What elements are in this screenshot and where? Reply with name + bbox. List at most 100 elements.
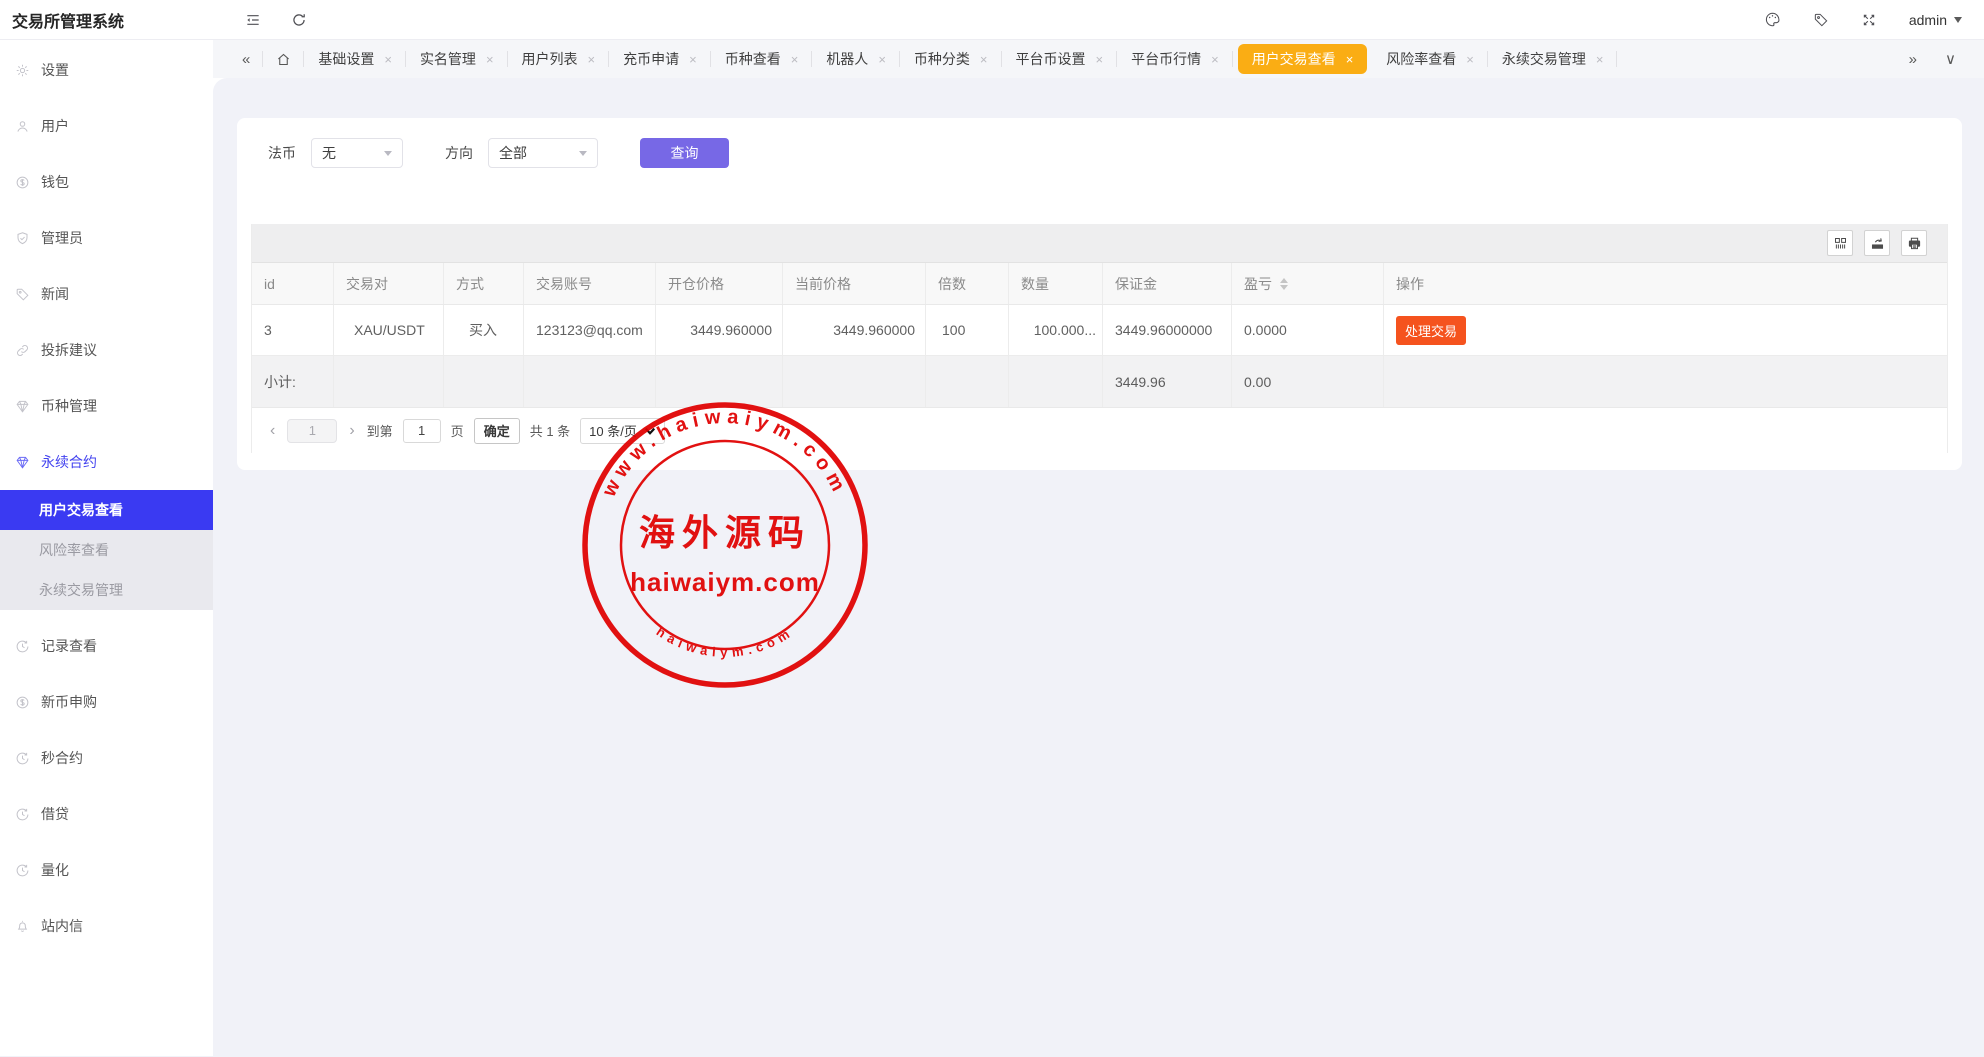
query-button[interactable]: 查询: [640, 138, 729, 168]
sidebar-item-label: 管理员: [41, 228, 83, 248]
close-icon[interactable]: ×: [791, 53, 799, 66]
close-icon[interactable]: ×: [384, 53, 392, 66]
user-menu[interactable]: admin: [1909, 12, 1962, 28]
bell-icon: [15, 919, 30, 934]
page-size-select[interactable]: 10 条/页: [580, 418, 665, 444]
tab-platform-coin-market[interactable]: 平台币行情 ×: [1117, 40, 1233, 78]
tab-deposit-requests[interactable]: 充币申请 ×: [609, 40, 711, 78]
tab-label: 基础设置: [318, 49, 374, 69]
close-icon[interactable]: ×: [980, 53, 988, 66]
sidebar-item-records[interactable]: 记录查看: [0, 626, 213, 666]
gem-icon: [15, 455, 30, 470]
cell-current-price: 3449.960000: [783, 305, 926, 355]
handle-trade-button[interactable]: 处理交易: [1396, 316, 1466, 345]
close-icon[interactable]: ×: [1346, 53, 1354, 66]
history-icon: [15, 807, 30, 822]
tab-user-trades-active[interactable]: 用户交易查看 ×: [1238, 44, 1368, 74]
page-number-input[interactable]: [403, 419, 441, 443]
tab-label: 机器人: [826, 49, 868, 69]
close-icon[interactable]: ×: [486, 53, 494, 66]
tag-icon[interactable]: [1813, 12, 1829, 28]
subtotal-empty: [444, 356, 524, 407]
close-icon[interactable]: ×: [1466, 53, 1474, 66]
sidebar-item-label: 记录查看: [41, 636, 97, 656]
col-header-pair: 交易对: [334, 263, 444, 304]
tab-platform-coin-settings[interactable]: 平台币设置 ×: [1002, 40, 1118, 78]
close-icon[interactable]: ×: [689, 53, 697, 66]
submenu-item-label: 用户交易查看: [39, 500, 123, 520]
sidebar-item-quant[interactable]: 量化: [0, 850, 213, 890]
fullscreen-icon[interactable]: [1861, 12, 1877, 28]
tabs-more-icon[interactable]: ∨: [1945, 50, 1956, 68]
confirm-page-button[interactable]: 确定: [474, 418, 520, 444]
reload-icon[interactable]: [291, 12, 307, 28]
close-icon[interactable]: ×: [1211, 53, 1219, 66]
tab-label: 用户列表: [522, 49, 578, 69]
column-settings-button[interactable]: [1827, 230, 1853, 256]
submenu-item-perpetual-manage[interactable]: 永续交易管理: [0, 570, 213, 610]
print-button[interactable]: [1901, 230, 1927, 256]
col-header-actions: 操作: [1384, 263, 1947, 304]
chevron-down-icon: [579, 151, 587, 160]
sort-icons[interactable]: [1280, 274, 1288, 294]
sidebar-item-settings[interactable]: 设置: [0, 50, 213, 90]
sidebar-item-news[interactable]: 新闻: [0, 274, 213, 314]
sidebar-item-admins[interactable]: 管理员: [0, 218, 213, 258]
subtotal-margin: 3449.96: [1103, 356, 1232, 407]
sidebar-item-wallet[interactable]: 钱包: [0, 162, 213, 202]
sidebar-item-label: 钱包: [41, 172, 69, 192]
next-page-icon[interactable]: ›: [347, 422, 356, 440]
sidebar-item-lending[interactable]: 借贷: [0, 794, 213, 834]
tab-coin-category[interactable]: 币种分类 ×: [900, 40, 1002, 78]
direction-select-value: 全部: [499, 143, 527, 163]
chevron-down-icon: [384, 151, 392, 160]
trades-table: id 交易对 方式 交易账号 开仓价格 当前价格 倍数 数量 保证金 盈亏: [251, 224, 1948, 453]
goto-suffix-label: 页: [451, 421, 464, 440]
sidebar-item-feedback[interactable]: 投拆建议: [0, 330, 213, 370]
watermark-center-cn-text: 海外源码: [639, 512, 811, 554]
sidebar-item-label: 量化: [41, 860, 69, 880]
close-icon[interactable]: ×: [1596, 53, 1604, 66]
submenu-item-risk-rate[interactable]: 风险率查看: [0, 530, 213, 570]
export-button[interactable]: [1864, 230, 1890, 256]
sidebar-item-label: 秒合约: [41, 748, 83, 768]
tab-label: 充币申请: [623, 49, 679, 69]
tab-perpetual-manage[interactable]: 永续交易管理 ×: [1488, 40, 1618, 78]
sidebar-item-perpetual[interactable]: 永续合约: [0, 442, 213, 482]
watermark-arc-bottom-text: haiwaiym.com: [654, 624, 797, 660]
sidebar: 设置 用户 钱包 管理员: [0, 40, 213, 1056]
close-icon[interactable]: ×: [1096, 53, 1104, 66]
prev-page-icon[interactable]: ‹: [268, 422, 277, 440]
submenu-item-user-trades[interactable]: 用户交易查看: [0, 490, 213, 530]
sidebar-item-coin-manage[interactable]: 币种管理: [0, 386, 213, 426]
tab-risk-rate[interactable]: 风险率查看 ×: [1372, 40, 1488, 78]
sidebar-item-messages[interactable]: 站内信: [0, 906, 213, 946]
chevron-down-icon: [644, 426, 656, 436]
home-tab-icon[interactable]: [263, 40, 304, 78]
tabs-scroll-right-icon[interactable]: »: [1909, 51, 1917, 68]
current-page-button[interactable]: 1: [287, 419, 337, 443]
tab-robot[interactable]: 机器人 ×: [812, 40, 900, 78]
fiat-select[interactable]: 无: [311, 138, 403, 168]
menu-fold-icon[interactable]: [245, 12, 261, 28]
tab-kyc-manage[interactable]: 实名管理 ×: [406, 40, 508, 78]
sidebar-item-second-contract[interactable]: 秒合约: [0, 738, 213, 778]
tab-coin-view[interactable]: 币种查看 ×: [711, 40, 813, 78]
direction-select[interactable]: 全部: [488, 138, 598, 168]
tab-user-list[interactable]: 用户列表 ×: [508, 40, 610, 78]
fiat-label: 法币: [268, 143, 296, 163]
tab-bar: « 基础设置 × 实名管理 × 用户列表 × 充币申请 ×: [213, 40, 1984, 78]
sidebar-item-label: 站内信: [41, 916, 83, 936]
close-icon[interactable]: ×: [878, 53, 886, 66]
close-icon[interactable]: ×: [588, 53, 596, 66]
sidebar-item-users[interactable]: 用户: [0, 106, 213, 146]
sort-asc-icon: [1280, 274, 1288, 283]
col-header-open-price: 开仓价格: [656, 263, 783, 304]
cell-open-price: 3449.960000: [656, 305, 783, 355]
tab-basic-settings[interactable]: 基础设置 ×: [304, 40, 406, 78]
theme-palette-icon[interactable]: [1764, 11, 1781, 28]
sidebar-item-new-coin[interactable]: 新币申购: [0, 682, 213, 722]
sort-desc-icon: [1280, 285, 1288, 294]
cell-side: 买入: [444, 305, 524, 355]
tabs-scroll-left-icon[interactable]: «: [229, 40, 263, 78]
